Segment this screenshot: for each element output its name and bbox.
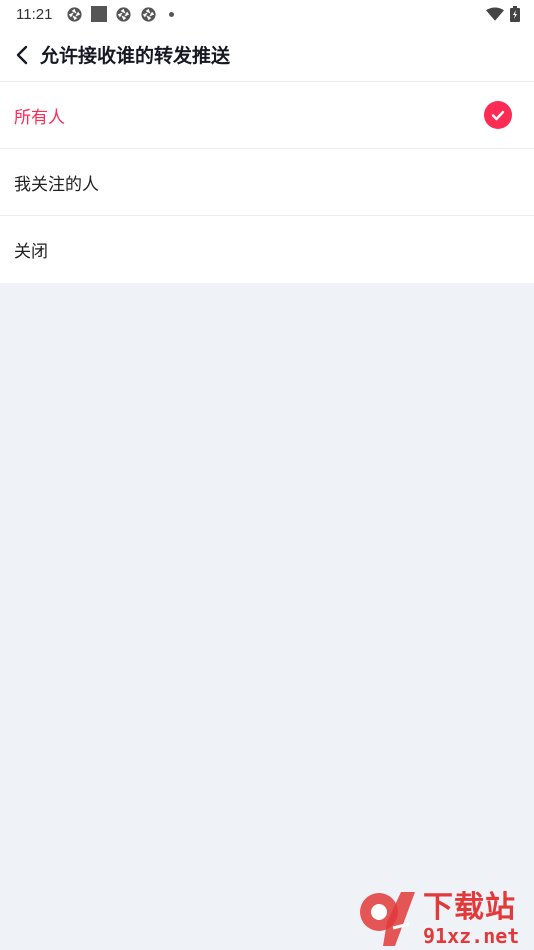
checkmark-icon bbox=[484, 101, 512, 129]
option-label: 关闭 bbox=[14, 242, 48, 262]
status-time: 11:21 bbox=[16, 5, 53, 23]
option-label: 所有人 bbox=[14, 107, 65, 128]
options-list: 所有人 我关注的人 关闭 bbox=[0, 82, 534, 283]
option-following[interactable]: 我关注的人 bbox=[0, 149, 534, 216]
watermark-url: 91xz.net bbox=[423, 923, 520, 948]
battery-icon bbox=[510, 6, 520, 22]
aperture-icon bbox=[67, 6, 83, 22]
watermark-logo bbox=[357, 888, 419, 950]
back-button[interactable] bbox=[2, 28, 42, 82]
page-title: 允许接收谁的转发推送 bbox=[40, 45, 231, 67]
status-notification-icons bbox=[66, 6, 175, 23]
header: 允许接收谁的转发推送 bbox=[0, 28, 534, 82]
option-everyone[interactable]: 所有人 bbox=[0, 82, 534, 149]
option-off[interactable]: 关闭 bbox=[0, 216, 534, 283]
dot-icon bbox=[169, 11, 175, 17]
option-label: 我关注的人 bbox=[14, 174, 99, 195]
status-bar: 11:21 bbox=[0, 0, 534, 28]
aperture-icon bbox=[141, 6, 157, 22]
aperture-icon bbox=[116, 6, 132, 22]
watermark: 下载站 91xz.net bbox=[357, 888, 532, 950]
square-icon bbox=[91, 6, 108, 22]
watermark-cn: 下载站 bbox=[423, 889, 516, 925]
chevron-left-icon bbox=[16, 45, 28, 64]
wifi-icon bbox=[486, 7, 504, 21]
status-system-icons bbox=[486, 6, 520, 22]
watermark-text: 下载站 91xz.net bbox=[423, 889, 520, 948]
